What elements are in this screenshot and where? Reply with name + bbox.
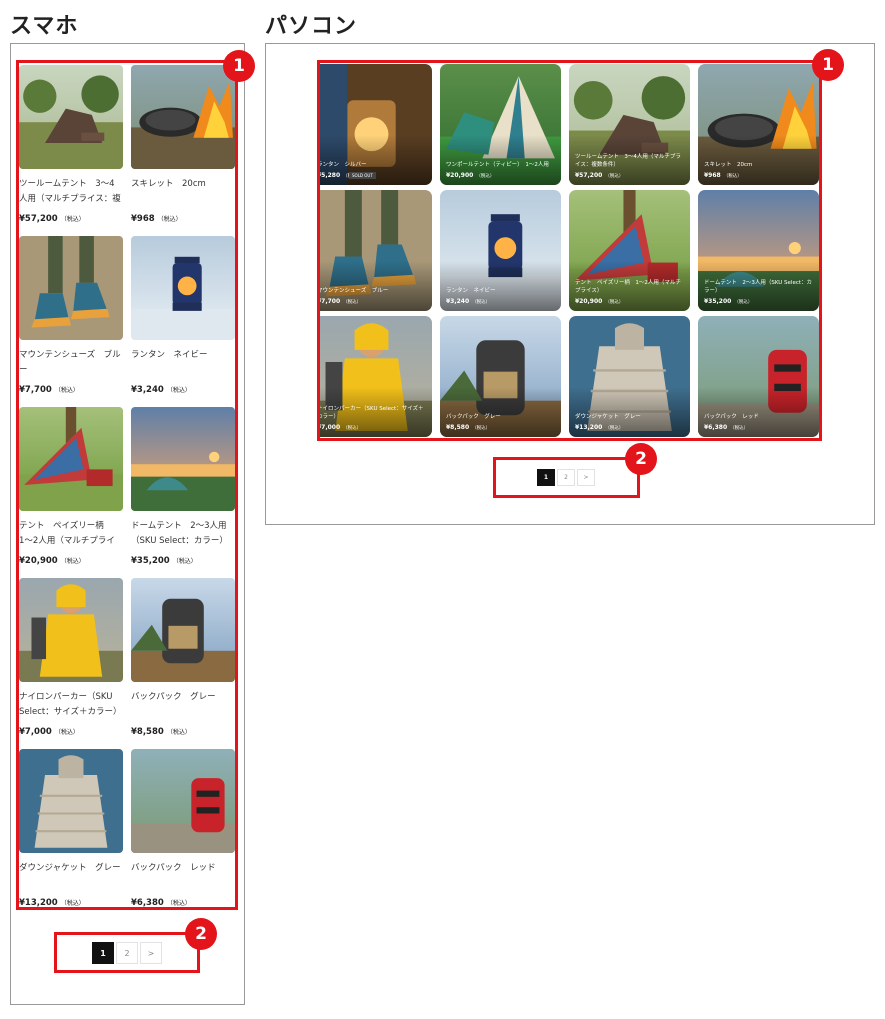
- mobile-pager-marker: 2: [185, 918, 217, 950]
- pc-pager-highlight: [493, 457, 640, 498]
- pc-section-title: パソコン: [265, 14, 358, 39]
- mobile-pager-highlight: [54, 932, 200, 973]
- pc-grid-marker: 1: [812, 49, 844, 81]
- mobile-grid-marker: 1: [223, 50, 255, 82]
- mobile-section-title: スマホ: [10, 14, 79, 39]
- mobile-grid-highlight: [16, 60, 238, 910]
- pc-pager-marker: 2: [625, 443, 657, 475]
- pc-grid-highlight: [317, 60, 822, 441]
